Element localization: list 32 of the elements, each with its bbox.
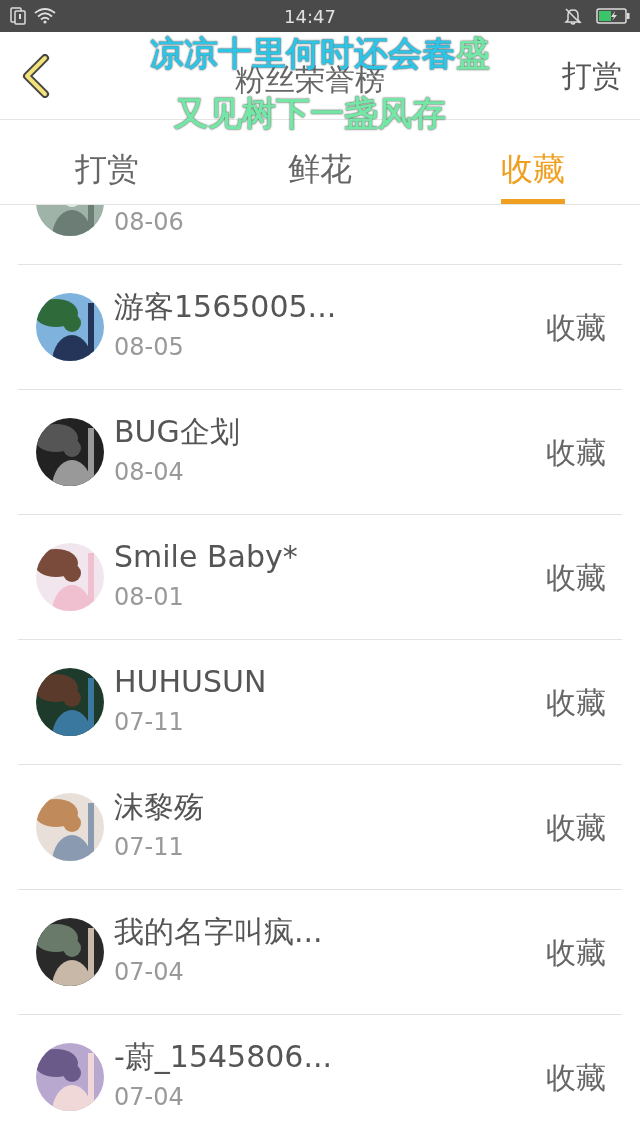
type-label: 收藏 [546,933,606,972]
date-text: 07-11 [114,707,185,738]
tab[interactable]: 鲜花 [288,145,352,204]
wifi-icon [34,8,56,24]
user-name: -蔚_1545806... [114,1038,334,1076]
type-label: 收藏 [546,558,606,597]
date-text: 08-05 [114,332,185,363]
user-name: HUHUSUN [114,663,268,701]
type-label: 收藏 [546,683,606,722]
reward-button[interactable]: 打赏 [562,53,622,98]
user-name: Smile Baby* [114,538,299,576]
sim-icon [10,7,26,25]
date-text: 08-06 [114,207,185,238]
date-text: 07-11 [114,832,185,863]
user-name: 我的名字叫疯... [114,913,324,951]
user-name: 游客1565005... [114,288,338,326]
user-name: BUG企划 [114,413,241,451]
back-chevron-icon [21,53,51,98]
type-label: 收藏 [546,433,606,472]
status-time: 14:47 [284,4,336,29]
type-label: 收藏 [546,808,606,847]
date-text: 08-04 [114,457,185,488]
type-label: 收藏 [546,308,606,347]
date-text: 07-04 [114,1082,185,1113]
lyric-line: 又见树下一盏风存 [174,94,446,132]
tab[interactable]: 打赏 [74,145,139,204]
date-text: 08-01 [114,582,185,613]
battery-icon [596,8,630,24]
user-name: 沫黎殇 [114,788,205,826]
type-label: 收藏 [546,1058,606,1097]
date-text: 07-04 [114,957,185,988]
bell-off-icon [564,7,582,25]
